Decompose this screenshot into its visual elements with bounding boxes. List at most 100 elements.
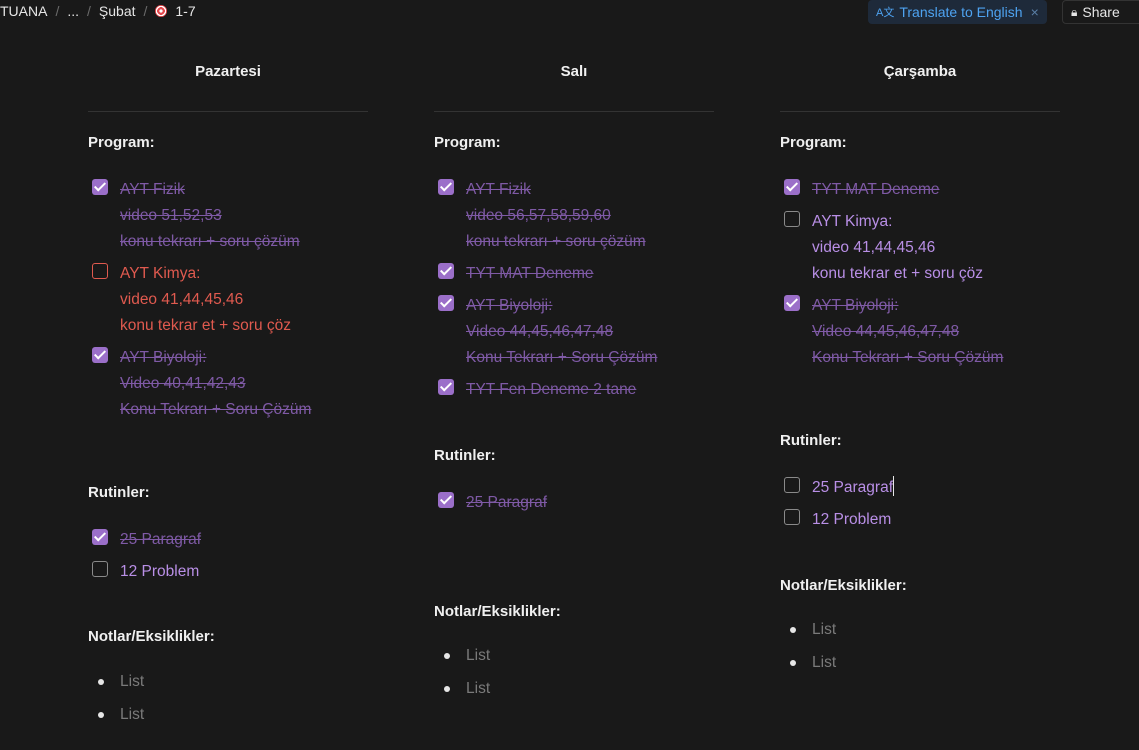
share-button[interactable]: 🔒︎ Share [1062,0,1139,24]
bullet-item[interactable]: List [434,643,714,669]
todo-text[interactable]: AYT Kimya: video 41,44,45,46 konu tekrar e… [812,209,1062,287]
todo-line: TYT MAT Deneme [812,181,940,198]
day-column-carsamba: Çarşamba Program: TYT MAT Deneme AYT Kimya:… [780,56,1060,671]
bullet-item[interactable]: List [88,702,368,728]
todo-text[interactable]: AYT Biyoloji: Video 40,41,42,43 Konu Tekra… [120,345,370,423]
checkbox[interactable] [784,509,800,525]
todo-line: AYT Fizik [120,181,185,198]
bullet-placeholder: List [466,680,491,697]
divider [434,111,714,112]
breadcrumb-parent[interactable]: Şubat [99,3,136,19]
bullet-placeholder: List [120,706,145,723]
checkbox[interactable] [784,211,800,227]
checkbox[interactable] [784,295,800,311]
breadcrumb-separator: / [55,3,60,19]
todo-line: AYT Kimya: [120,265,201,282]
routine-text[interactable]: 25 Paragraf [120,527,370,553]
breadcrumb-current[interactable]: 1-7 [155,3,196,19]
todo-line: Konu Tekrarı + Soru Çözüm [120,401,312,418]
routine-line: 12 Problem [812,511,892,528]
todo-line: Video 44,45,46,47,48 [812,323,960,340]
checkbox[interactable] [92,561,108,577]
checkbox[interactable] [92,347,108,363]
checkbox[interactable] [438,492,454,508]
breadcrumb-root[interactable]: TUANA [0,3,47,19]
todo-text[interactable]: TYT Fen Deneme 2 tane [466,377,716,403]
routines-heading: Rutinler: [780,432,842,449]
bullet-dot [98,679,104,685]
todo-line: Video 44,45,46,47,48 [466,323,614,340]
checkbox[interactable] [438,379,454,395]
todo-text[interactable]: AYT Fizik video 56,57,58,59,60 konu tekrar… [466,177,716,255]
translate-icon: A文 [876,7,895,19]
todo-line: video 56,57,58,59,60 [466,207,611,224]
todo-text[interactable]: AYT Fizik video 51,52,53 konu tekrarı + so… [120,177,370,255]
routine-line: 25 Paragraf [812,475,1062,501]
checkbox[interactable] [92,529,108,545]
breadcrumb-separator: / [143,3,148,19]
bullet-dot [790,627,796,633]
todo-line: AYT Fizik [466,181,531,198]
todo-line: Konu Tekrarı + Soru Çözüm [466,349,658,366]
todo-line: AYT Biyoloji: [120,349,207,366]
routine-line: 25 Paragraf [120,531,201,548]
checkbox[interactable] [438,179,454,195]
todo-line: konu tekrarı + soru çözüm [466,233,646,250]
bullet-dot [790,660,796,666]
todo-text[interactable]: AYT Biyoloji: Video 44,45,46,47,48 Konu Te… [466,293,716,371]
checkbox[interactable] [438,263,454,279]
todo-line: video 41,44,45,46 [120,291,244,308]
bullet-placeholder: List [466,647,491,664]
todo-line: konu tekrar et + soru çöz [120,317,292,334]
program-heading: Program: [88,134,155,151]
routines-heading: Rutinler: [434,447,496,464]
notes-heading: Notlar/Eksiklikler: [780,577,907,594]
todo-line: konu tekrarı + soru çözüm [120,233,300,250]
routine-text[interactable]: 25 Paragraf [466,490,716,516]
todo-text[interactable]: AYT Biyoloji: Video 44,45,46,47,48 Konu Te… [812,293,1062,371]
checkbox[interactable] [784,477,800,493]
divider [88,111,368,112]
divider [780,111,1060,112]
top-bar: TUANA /... / Şubat / 1-7 A文 Translate to Engl… [0,0,1139,24]
bullet-item[interactable]: List [780,617,1060,643]
close-icon[interactable]: × [1031,4,1039,20]
translate-banner[interactable]: A文 Translate to English × [868,0,1047,24]
todo-line: video 51,52,53 [120,207,222,224]
day-title: Pazartesi [195,63,261,80]
bullet-item[interactable]: List [88,669,368,695]
checkbox[interactable] [92,179,108,195]
bullet-item[interactable]: List [434,676,714,702]
day-title: Salı [560,63,588,80]
todo-text[interactable]: TYT MAT Deneme [812,177,1062,203]
program-heading: Program: [434,134,501,151]
breadcrumb-separator: / [87,3,91,19]
bullet-placeholder: List [812,654,837,671]
routine-line: 25 Paragraf [466,494,547,511]
todo-line: AYT Biyoloji: [812,297,899,314]
bullet-item[interactable]: List [780,650,1060,676]
lock-icon: 🔒︎ [1071,4,1078,19]
breadcrumb-current-label: 1-7 [175,3,196,19]
routine-text[interactable]: 12 Problem [120,559,370,585]
day-title: Çarşamba [883,63,957,80]
bullet-dot [98,712,104,718]
breadcrumb-ellipsis[interactable]: ... [67,3,79,19]
checkbox[interactable] [438,295,454,311]
translate-label[interactable]: Translate to English [899,4,1022,20]
checkbox[interactable] [784,179,800,195]
checkbox[interactable] [92,263,108,279]
bullet-placeholder: List [812,621,837,638]
todo-line: TYT Fen Deneme 2 tane [466,381,637,398]
routine-text[interactable]: 25 Paragraf [812,475,1062,501]
target-icon [155,5,168,17]
todo-text[interactable]: TYT MAT Deneme [466,261,716,287]
todo-line: video 41,44,45,46 [812,239,936,256]
todo-text[interactable]: AYT Kimya: video 41,44,45,46 konu tekrar e… [120,261,370,339]
routine-text[interactable]: 12 Problem [812,507,1062,533]
todo-line: konu tekrar et + soru çöz [812,265,984,282]
share-label: Share [1082,4,1120,20]
routine-line: 12 Problem [120,563,200,580]
bullet-placeholder: List [120,673,145,690]
text-caret [893,476,894,496]
